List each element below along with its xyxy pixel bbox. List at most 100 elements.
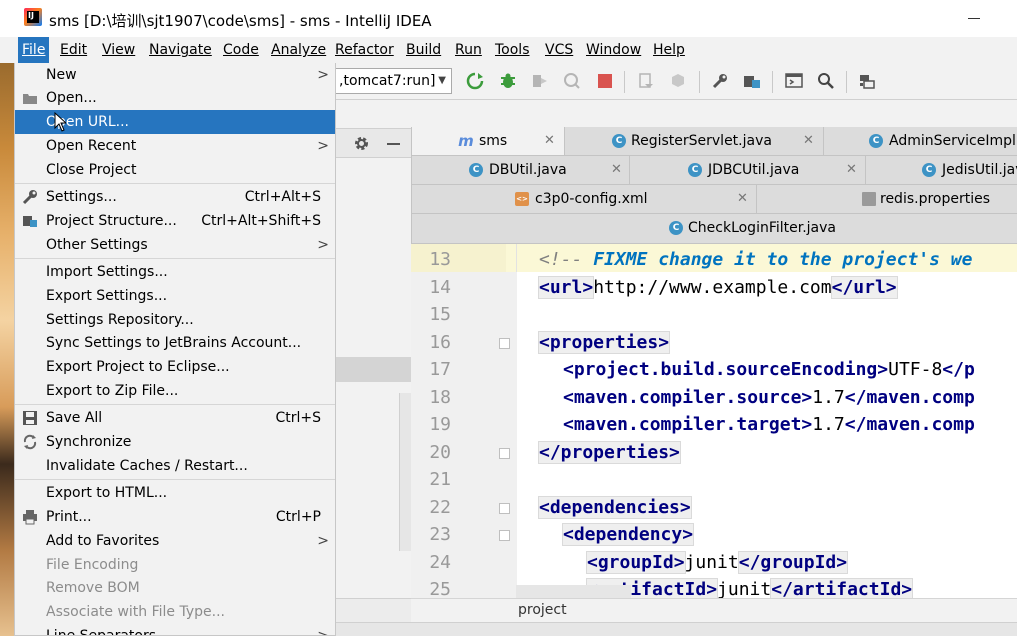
menu-item-import-settings[interactable]: Import Settings...	[15, 260, 335, 284]
project-panel-header	[335, 128, 411, 158]
search-icon[interactable]	[817, 72, 835, 90]
line-number: 21	[429, 469, 451, 490]
horizontal-scrollbar[interactable]	[516, 585, 631, 598]
menu-vcs[interactable]: VCS	[541, 40, 577, 60]
code-line-20: </properties>	[538, 441, 681, 464]
run-configuration-select[interactable]: ,tomcat7:run] ▼	[335, 68, 452, 94]
profile-icon[interactable]	[563, 72, 581, 90]
menu-file[interactable]: File	[18, 37, 50, 63]
tab-dbutil[interactable]: C DBUtil.java ✕	[412, 156, 630, 185]
code-line-14: <url>http://www.example.com</url>	[537, 276, 898, 299]
line-number: 19	[429, 414, 451, 435]
tab-checkloginfilter[interactable]: C CheckLoginFilter.java	[412, 214, 1017, 244]
menu-item-line-separators[interactable]: Line Separators >	[15, 624, 335, 635]
close-icon[interactable]: ✕	[544, 127, 555, 155]
tab-c3p0-config[interactable]: <> c3p0-config.xml ✕	[412, 185, 757, 214]
terminal-icon[interactable]	[785, 72, 803, 90]
save-icon	[23, 411, 37, 425]
menu-item-settings-repository[interactable]: Settings Repository...	[15, 308, 335, 332]
menu-tools[interactable]: Tools	[491, 40, 534, 60]
menu-item-project-structure[interactable]: Project Structure... Ctrl+Alt+Shift+S	[15, 209, 335, 233]
hide-panel-icon[interactable]	[387, 143, 400, 145]
menu-item-export-settings[interactable]: Export Settings...	[15, 284, 335, 308]
menu-item-settings[interactable]: Settings... Ctrl+Alt+S	[15, 185, 335, 209]
toolbar-separator	[699, 71, 700, 93]
toolbar-separator	[846, 71, 847, 93]
line-number: 15	[429, 304, 451, 325]
maven-icon: m	[458, 132, 474, 150]
project-structure-icon[interactable]	[743, 72, 761, 90]
tab-jedisutil[interactable]: C JedisUtil.jav	[866, 156, 1017, 185]
code-line-16: <properties>	[537, 331, 671, 354]
menu-help[interactable]: Help	[649, 40, 689, 60]
chevron-right-icon: >	[317, 237, 329, 253]
gear-icon[interactable]	[353, 135, 370, 152]
java-class-icon: C	[922, 163, 936, 177]
menu-item-save-all[interactable]: Save All Ctrl+S	[15, 406, 335, 430]
line-number: 16	[429, 332, 451, 353]
fold-marker[interactable]	[499, 448, 510, 459]
sdk-icon[interactable]	[858, 72, 876, 90]
menu-edit[interactable]: Edit	[56, 40, 91, 60]
close-icon[interactable]: ✕	[611, 156, 622, 184]
menu-item-export-zip[interactable]: Export to Zip File...	[15, 379, 335, 403]
java-class-icon: C	[669, 221, 683, 235]
xml-file-icon: <>	[515, 192, 529, 206]
debug-icon[interactable]	[499, 72, 517, 90]
line-number: 17	[429, 359, 451, 380]
fold-marker[interactable]	[499, 338, 510, 349]
menu-item-synchronize[interactable]: Synchronize	[15, 430, 335, 454]
menu-item-open-recent[interactable]: Open Recent >	[15, 134, 335, 158]
menu-item-export-html[interactable]: Export to HTML...	[15, 481, 335, 505]
tab-jdbcutil[interactable]: C JDBCUtil.java ✕	[630, 156, 866, 185]
menu-item-open[interactable]: Open...	[15, 86, 335, 110]
tab-redis-properties[interactable]: redis.properties	[757, 185, 1017, 214]
menu-item-add-favorites[interactable]: Add to Favorites >	[15, 529, 335, 553]
menu-item-close-project[interactable]: Close Project	[15, 158, 335, 182]
attach-icon[interactable]	[669, 72, 687, 90]
menu-window[interactable]: Window	[582, 40, 645, 60]
menu-item-print[interactable]: Print... Ctrl+P	[15, 505, 335, 529]
menu-item-new[interactable]: New >	[15, 63, 335, 87]
line-number: 24	[429, 552, 451, 573]
menu-code[interactable]: Code	[219, 40, 263, 60]
menu-navigate[interactable]: Navigate	[145, 40, 216, 60]
line-number: 18	[429, 387, 451, 408]
menu-item-other-settings[interactable]: Other Settings >	[15, 233, 335, 257]
menu-run[interactable]: Run	[451, 40, 486, 60]
minimize-button[interactable]	[968, 18, 980, 19]
close-icon[interactable]: ✕	[846, 156, 857, 184]
coverage-icon[interactable]	[531, 72, 549, 90]
project-structure-icon	[23, 216, 37, 227]
menu-build[interactable]: Build	[402, 40, 445, 60]
menu-separator	[15, 479, 335, 480]
deploy-icon[interactable]	[637, 72, 655, 90]
panel-scrollbar[interactable]	[399, 393, 411, 551]
menu-analyze[interactable]: Analyze	[267, 40, 330, 60]
toolbar-separator	[624, 71, 625, 93]
tab-registerservlet[interactable]: C RegisterServlet.java ✕	[565, 127, 824, 156]
editor-tabs: m sms ✕ C RegisterServlet.java ✕ C Admin…	[411, 127, 1017, 244]
fold-marker[interactable]	[499, 503, 510, 514]
stop-icon[interactable]	[596, 72, 614, 90]
build-icon[interactable]	[466, 72, 484, 90]
menu-view[interactable]: View	[98, 40, 139, 60]
code-editor[interactable]: 13 14 15 16 17 18 19 20 21 22 23 24 25 <…	[411, 244, 1017, 598]
menu-refactor[interactable]: Refactor	[331, 40, 398, 60]
code-line-22: <dependencies>	[538, 496, 692, 519]
menu-item-sync-settings[interactable]: Sync Settings to JetBrains Account...	[15, 331, 335, 355]
menu-item-export-eclipse[interactable]: Export Project to Eclipse...	[15, 355, 335, 379]
close-icon[interactable]: ✕	[803, 127, 814, 155]
fold-marker[interactable]	[499, 530, 510, 541]
breadcrumb[interactable]: project	[518, 602, 567, 618]
menu-item-invalidate-caches[interactable]: Invalidate Caches / Restart...	[15, 454, 335, 478]
status-bar-strip	[335, 622, 1017, 636]
selected-tree-row[interactable]	[335, 357, 411, 382]
mouse-cursor-icon	[54, 112, 66, 132]
settings-wrench-icon[interactable]	[711, 72, 729, 90]
close-icon[interactable]: ✕	[737, 185, 748, 213]
tab-sms[interactable]: m sms ✕	[412, 127, 565, 156]
toolbar-separator	[772, 71, 773, 93]
line-number: 13	[429, 249, 451, 270]
tab-adminserviceimpl[interactable]: C AdminServiceImpl.ja	[824, 127, 1017, 156]
